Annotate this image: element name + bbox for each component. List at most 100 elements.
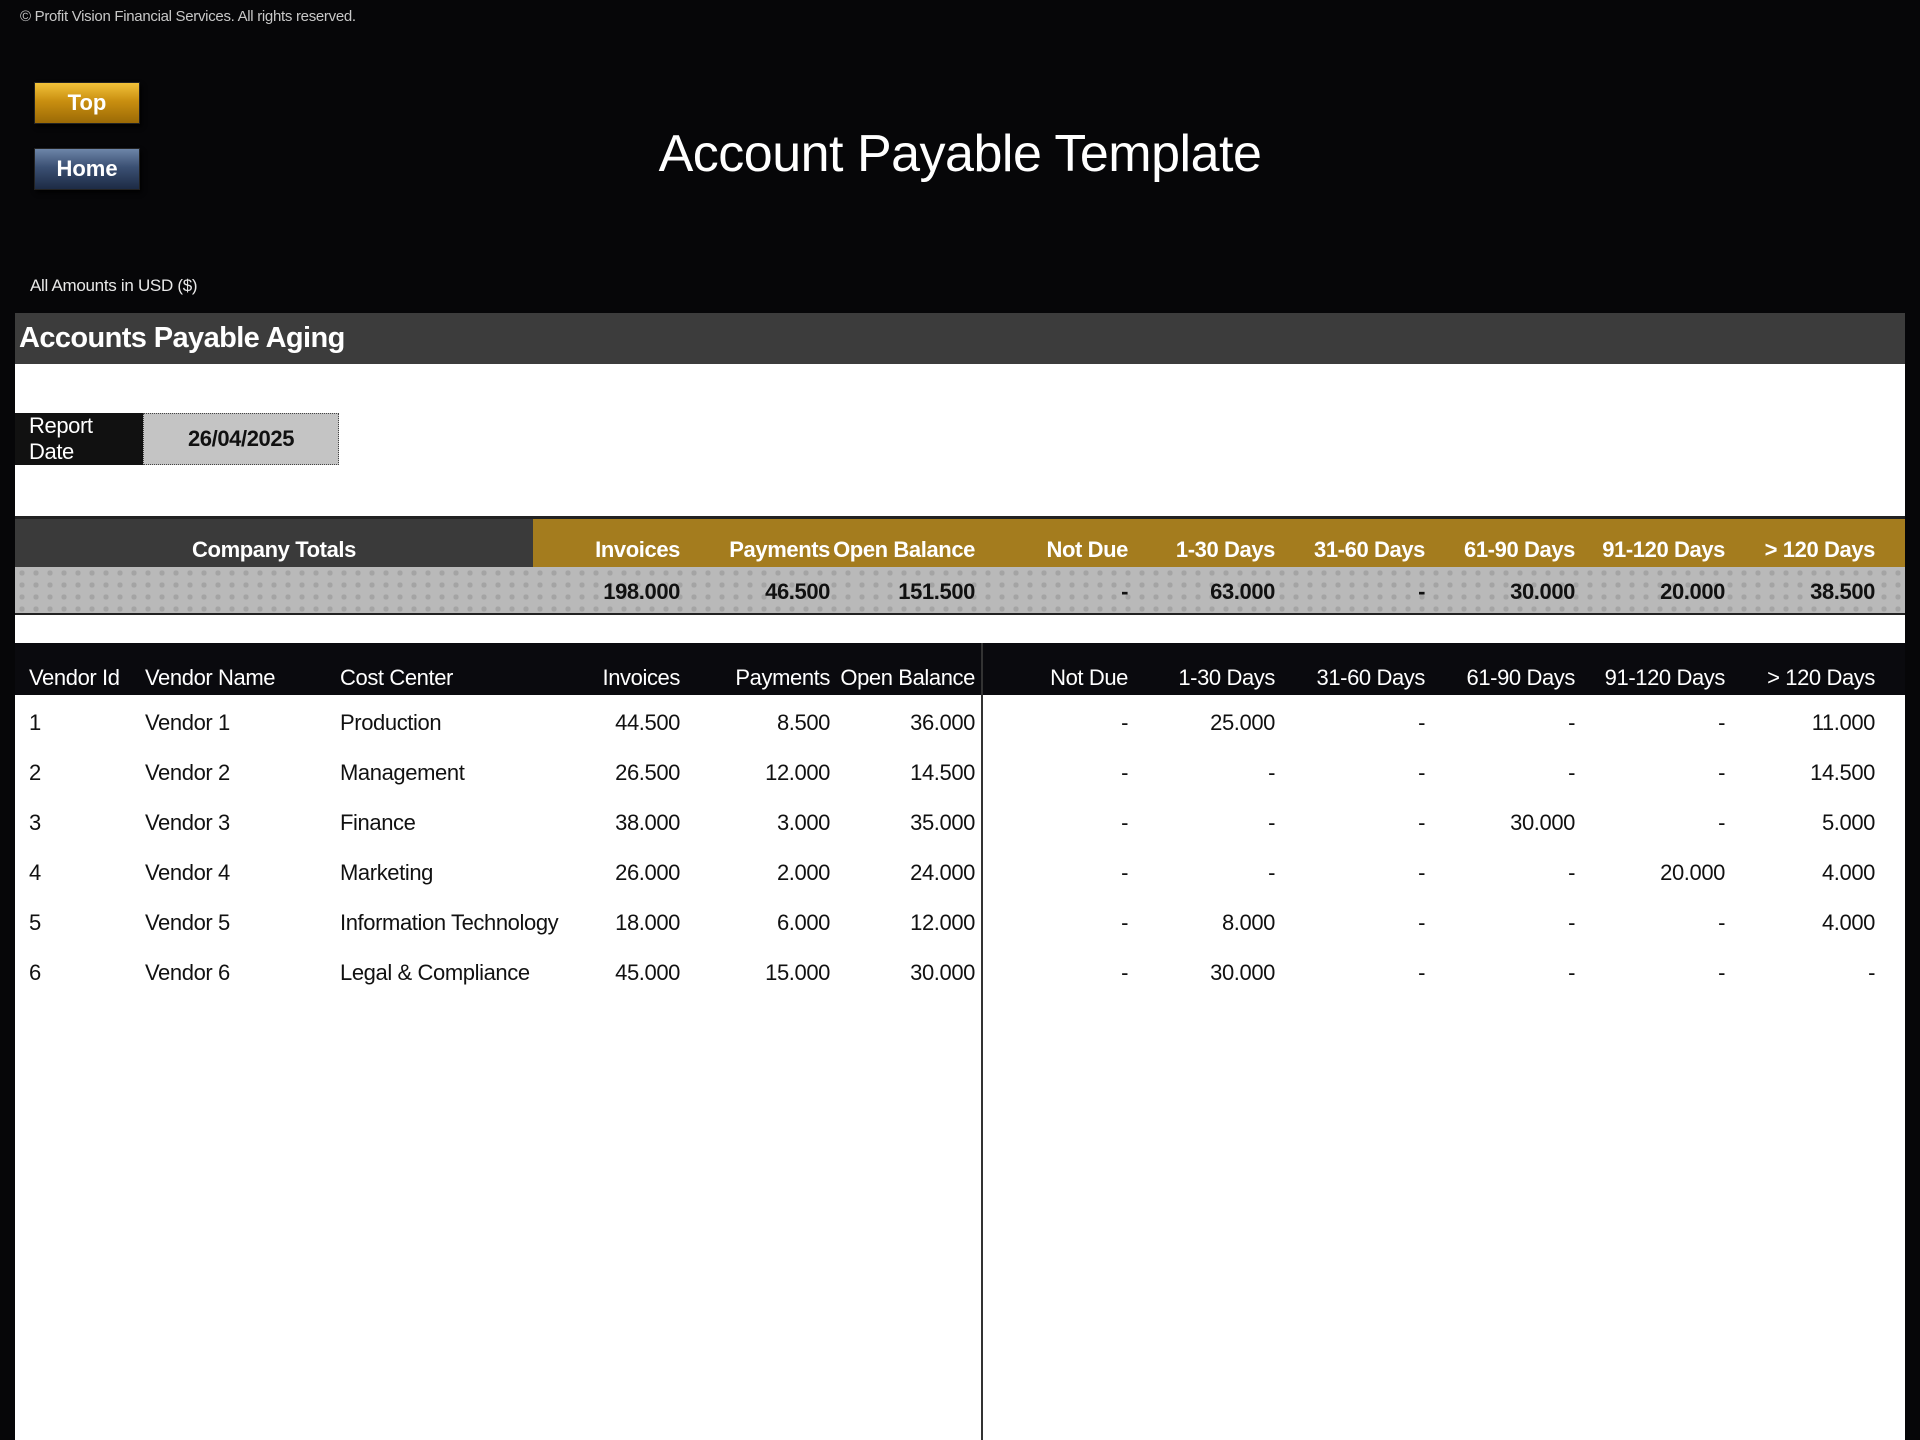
table-cell-payments: 3.000 <box>776 810 830 835</box>
table-cell-cost-center: Marketing <box>340 860 433 885</box>
vendor-table-body: 1 Vendor 1 Production 44.500 8.500 36.000-25.… <box>15 695 1905 995</box>
table-cell-61-90-days: - <box>1568 710 1575 735</box>
column-header-1-30-days: 1-30 Days <box>1178 665 1275 690</box>
table-cell-vendor-name: Vendor 6 <box>145 960 230 985</box>
table-cell-not-due: - <box>1121 960 1128 985</box>
table-cell-not-due: - <box>1121 710 1128 735</box>
column-header-31-60-days: 31-60 Days <box>1316 665 1425 690</box>
table-row[interactable]: 3 Vendor 3 Finance 38.000 3.000 35.000 - - - 30.0… <box>15 795 1905 845</box>
table-cell-91-120-days: - <box>1718 960 1725 985</box>
table-cell-invoices: 45.000 <box>615 960 680 985</box>
table-cell-invoices: 38.000 <box>615 810 680 835</box>
column-header-payments: Payments <box>735 665 830 690</box>
totals-value-1-30-days: 63.000 <box>1210 579 1275 604</box>
totals-header-31-60-days: 31-60 Days <box>1314 537 1425 562</box>
table-cell-invoices: 26.000 <box>615 860 680 885</box>
table-cell-invoices: 18.000 <box>615 910 680 935</box>
table-cell-61-90-days: - <box>1568 760 1575 785</box>
table-cell-61-90-days: - <box>1568 860 1575 885</box>
table-cell-91-120-days: - <box>1718 710 1725 735</box>
table-cell-120-days: 4.000 <box>1821 860 1875 885</box>
table-cell-not-due: - <box>1121 760 1128 785</box>
table-cell-open-balance: 36.000 <box>910 710 975 735</box>
table-cell-payments: 8.500 <box>776 710 830 735</box>
table-row[interactable]: 6 Vendor 6 Legal & Compliance 45.000 15.000 3… <box>15 945 1905 995</box>
table-cell-vendor-id: 1 <box>29 710 41 735</box>
table-cell-vendor-name: Vendor 5 <box>145 910 230 935</box>
table-cell-payments: 6.000 <box>776 910 830 935</box>
table-cell-vendor-id: 5 <box>29 910 41 935</box>
table-cell-cost-center: Management <box>340 760 465 785</box>
table-cell-invoices: 26.500 <box>615 760 680 785</box>
table-cell-vendor-id: 6 <box>29 960 41 985</box>
page-title: Account Payable Template <box>658 125 1262 183</box>
report-date-input[interactable]: 26/04/2025 <box>143 413 339 465</box>
table-cell-cost-center: Legal & Compliance <box>340 960 530 985</box>
table-cell-open-balance: 12.000 <box>910 910 975 935</box>
table-cell-payments: 2.000 <box>776 860 830 885</box>
table-cell-120-days: 11.000 <box>1811 710 1876 735</box>
table-cell-vendor-name: Vendor 1 <box>145 710 230 735</box>
table-cell-cost-center: Production <box>340 710 442 735</box>
table-cell-open-balance: 30.000 <box>910 960 975 985</box>
column-header-open-balance: Open Balance <box>840 665 975 690</box>
table-cell-open-balance: 24.000 <box>910 860 975 885</box>
top-button[interactable]: Top <box>34 82 140 124</box>
table-cell-31-60-days: - <box>1418 860 1425 885</box>
sheet-area: Accounts Payable Aging Report Date 26/04… <box>15 313 1905 1440</box>
column-header-vendor-name: Vendor Name <box>145 665 276 690</box>
column-header-91-120-days: 91-120 Days <box>1604 665 1726 690</box>
table-cell-1-30-days: - <box>1268 810 1275 835</box>
table-cell-cost-center: Finance <box>340 810 416 835</box>
table-cell-vendor-id: 3 <box>29 810 41 835</box>
table-cell-open-balance: 35.000 <box>910 810 975 835</box>
totals-header-payments: Payments <box>729 537 830 562</box>
table-cell-payments: 12.000 <box>765 760 830 785</box>
totals-value-91-120-days: 20.000 <box>1660 579 1725 604</box>
totals-header-not-due: Not Due <box>1046 537 1128 562</box>
table-cell-vendor-name: Vendor 2 <box>145 760 230 785</box>
table-cell-vendor-name: Vendor 4 <box>145 860 230 885</box>
table-cell-61-90-days: - <box>1568 960 1575 985</box>
table-cell-invoices: 44.500 <box>615 710 680 735</box>
table-row[interactable]: 2 Vendor 2 Management 26.500 12.000 14.500 - - -… <box>15 745 1905 795</box>
totals-value-invoices: 198.000 <box>603 579 680 604</box>
report-date-label: Report Date <box>15 413 143 465</box>
table-cell-payments: 15.000 <box>765 960 830 985</box>
table-cell-31-60-days: - <box>1418 710 1425 735</box>
column-header-vendor-id: Vendor Id <box>29 665 120 690</box>
totals-header-91-120-days: 91-120 Days <box>1602 537 1725 562</box>
column-header-cost-center: Cost Center <box>340 665 453 690</box>
table-row[interactable]: 5 Vendor 5 Information Technology 18.000 6.0… <box>15 895 1905 945</box>
table-cell-120-days: 14.500 <box>1810 760 1875 785</box>
column-header-invoices: Invoices <box>602 665 680 690</box>
table-cell-91-120-days: - <box>1718 810 1725 835</box>
vendor-table-header: Vendor Id Vendor Name Cost Center Invoices P… <box>15 643 1905 695</box>
table-row[interactable]: 4 Vendor 4 Marketing 26.000 2.000 24.000 - - - - 2… <box>15 845 1905 895</box>
table-cell-1-30-days: 25.000 <box>1210 710 1275 735</box>
company-totals-header: Company Totals Invoices Payments Open Bala… <box>15 516 1905 567</box>
totals-value-120-days: 38.500 <box>1810 579 1875 604</box>
table-cell-1-30-days: - <box>1268 860 1275 885</box>
totals-value-31-60-days: - <box>1418 579 1425 604</box>
totals-header-invoices: Invoices <box>595 537 680 562</box>
table-cell-vendor-id: 4 <box>29 860 41 885</box>
totals-header-61-90-days: 61-90 Days <box>1464 537 1575 562</box>
table-cell-1-30-days: 8.000 <box>1221 910 1275 935</box>
table-cell-120-days: 4.000 <box>1821 910 1875 935</box>
table-cell-91-120-days: - <box>1718 760 1725 785</box>
company-totals-label: Company Totals <box>15 519 533 567</box>
column-header-61-90-days: 61-90 Days <box>1466 665 1575 690</box>
table-cell-61-90-days: - <box>1568 910 1575 935</box>
table-cell-120-days: 5.000 <box>1821 810 1875 835</box>
table-cell-1-30-days: 30.000 <box>1210 960 1275 985</box>
table-row[interactable]: 1 Vendor 1 Production 44.500 8.500 36.000 - 25.… <box>15 695 1905 745</box>
table-cell-61-90-days: 30.000 <box>1510 810 1575 835</box>
table-cell-91-120-days: - <box>1718 910 1725 935</box>
table-cell-not-due: - <box>1121 810 1128 835</box>
column-header-not-due: Not Due <box>1050 665 1128 690</box>
table-cell-not-due: - <box>1121 860 1128 885</box>
table-cell-1-30-days: - <box>1268 760 1275 785</box>
totals-value-payments: 46.500 <box>765 579 830 604</box>
table-cell-120-days: - <box>1868 960 1875 985</box>
